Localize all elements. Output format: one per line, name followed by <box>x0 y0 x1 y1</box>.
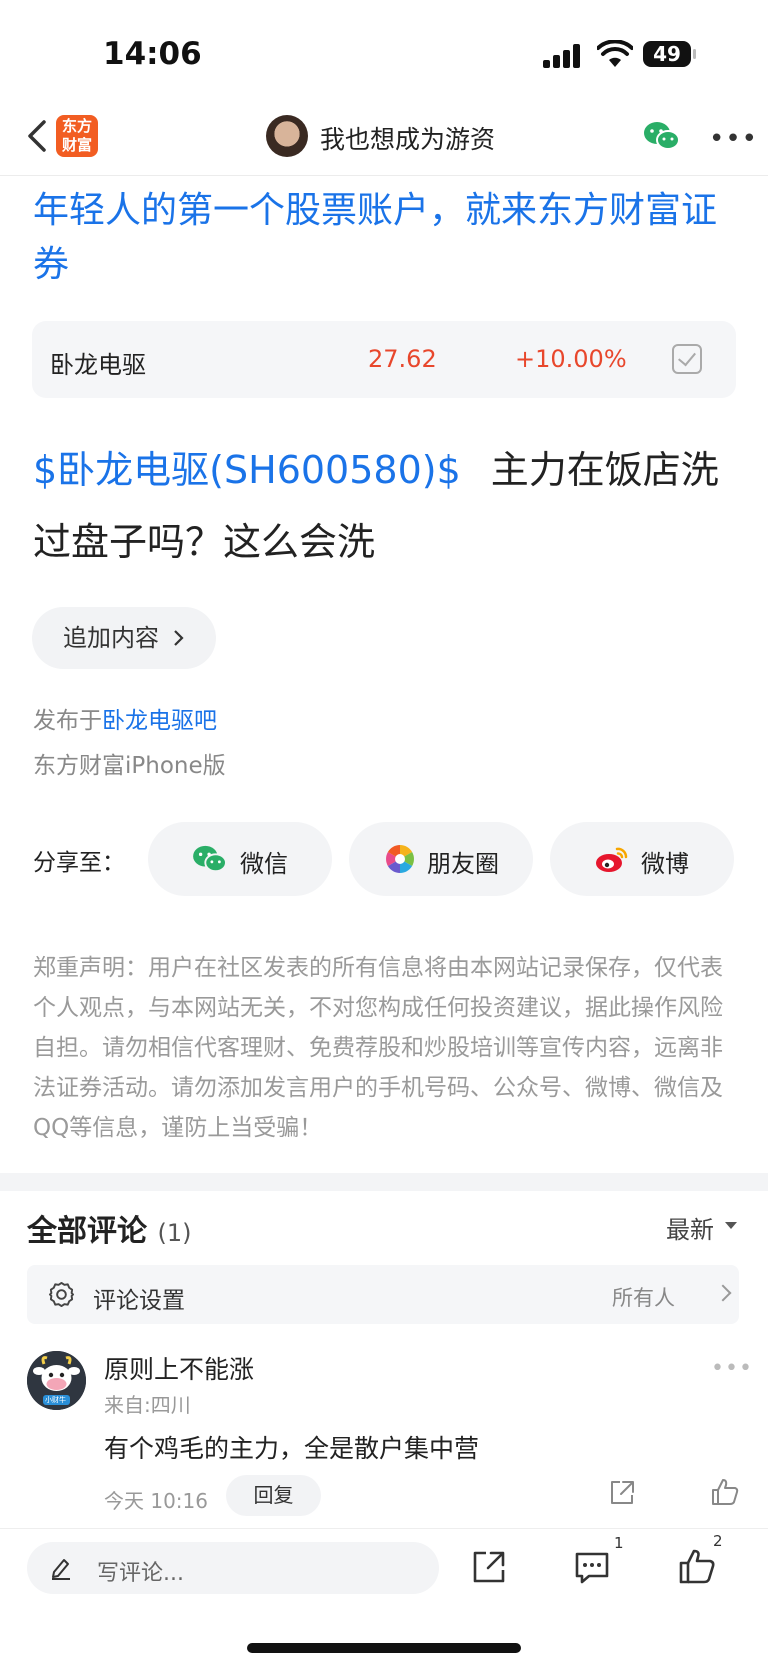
stock-price: 27.62 <box>368 345 437 373</box>
post-content: $卧龙电驱(SH600580)$ 主力在饭店洗过盘子吗？这么会洗 <box>33 434 738 578</box>
status-time: 14:06 <box>103 36 202 72</box>
home-indicator <box>247 1643 521 1653</box>
comment-settings-value: 所有人 <box>612 1286 675 1310</box>
comments-count: (1) <box>157 1219 192 1247</box>
write-comment-placeholder: 写评论... <box>97 1561 184 1586</box>
author-avatar[interactable] <box>266 115 308 157</box>
stock-change: +10.00% <box>515 345 627 373</box>
comments-title-label: 全部评论 <box>27 1214 147 1249</box>
section-separator <box>0 1173 768 1191</box>
author-name[interactable]: 我也想成为游资 <box>320 120 495 156</box>
write-comment-input[interactable]: 写评论... <box>27 1542 439 1594</box>
cellular-signal-icon <box>543 44 583 68</box>
share-label: 分享至： <box>33 850 125 876</box>
append-content-label: 追加内容 <box>63 624 159 652</box>
pencil-icon <box>52 1559 70 1580</box>
like-count-badge: 2 <box>713 1532 723 1550</box>
reply-button[interactable]: 回复 <box>226 1475 321 1516</box>
stock-tag-link[interactable]: $卧龙电驱(SH600580)$ <box>33 448 461 492</box>
battery-icon: 49 <box>643 41 696 67</box>
gear-icon <box>48 1281 75 1308</box>
share-wechat-button[interactable]: 微信 <box>148 822 332 896</box>
chevron-right-icon <box>714 1284 732 1302</box>
commenter-location: 来自:四川 <box>104 1393 191 1417</box>
post-client: 东方财富iPhone版 <box>33 753 226 779</box>
stock-name: 卧龙电驱 <box>50 351 146 379</box>
comment-settings-label: 评论设置 <box>93 1288 185 1314</box>
app-logo: 东方财富 <box>56 115 98 157</box>
comments-title: 全部评论 (1) <box>27 1206 191 1250</box>
header-divider <box>0 175 768 176</box>
share-icon[interactable] <box>471 1549 507 1585</box>
more-options-icon[interactable]: ••• <box>709 124 758 154</box>
wechat-share-icon[interactable] <box>643 120 681 152</box>
bar-link[interactable]: 卧龙电驱吧 <box>102 708 217 734</box>
wifi-icon <box>597 40 633 67</box>
sort-dropdown[interactable]: 最新 <box>666 1210 714 1245</box>
disclaimer-text: 郑重声明：用户在社区发表的所有信息将由本网站记录保存，仅代表个人观点，与本网站无… <box>33 955 723 1141</box>
comment-more-icon[interactable]: ••• <box>711 1356 753 1381</box>
share-wechat-label: 微信 <box>240 850 288 878</box>
stock-quote-card[interactable]: 卧龙电驱 27.62 +10.00% <box>32 321 736 398</box>
share-moments-button[interactable]: 朋友圈 <box>349 822 533 896</box>
published-prefix: 发布于 <box>33 708 102 734</box>
commenter-avatar[interactable]: 小财牛 <box>27 1351 86 1410</box>
share-weibo-button[interactable]: 微博 <box>550 822 734 896</box>
add-watchlist-checkbox[interactable] <box>672 344 702 374</box>
ad-banner-text[interactable]: 年轻人的第一个股票账户，就来东方财富证券 <box>33 184 738 292</box>
comment-count-badge: 1 <box>614 1534 624 1552</box>
bottom-bar-divider <box>0 1528 768 1529</box>
comment-time: 今天 10:16 <box>104 1489 208 1513</box>
share-moments-label: 朋友圈 <box>427 850 499 878</box>
comment-text: 有个鸡毛的主力，全是散户集中营 <box>104 1434 480 1463</box>
append-content-button[interactable]: 追加内容 <box>32 607 216 669</box>
caret-down-icon[interactable] <box>725 1222 737 1229</box>
moments-icon <box>386 845 414 873</box>
weibo-icon <box>596 847 628 872</box>
comment-like-icon[interactable] <box>710 1477 740 1507</box>
like-icon[interactable] <box>678 1547 716 1585</box>
chevron-right-icon <box>174 630 184 646</box>
back-arrow-icon[interactable] <box>24 118 52 154</box>
comment-icon[interactable] <box>573 1550 611 1586</box>
avatar-label: 小财牛 <box>45 1396 66 1404</box>
published-in: 发布于卧龙电驱吧 <box>33 701 217 735</box>
wechat-icon <box>193 845 227 873</box>
commenter-name[interactable]: 原则上不能涨 <box>104 1350 254 1386</box>
comment-share-icon[interactable] <box>608 1479 636 1507</box>
comment-settings-row[interactable]: 评论设置 所有人 <box>27 1265 739 1324</box>
share-weibo-label: 微博 <box>641 850 689 878</box>
